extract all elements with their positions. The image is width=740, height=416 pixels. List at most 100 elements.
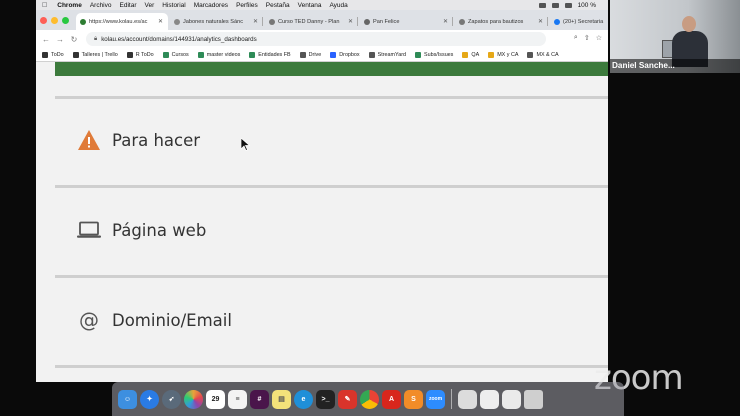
star-bookmark-icon[interactable]: ☆ bbox=[596, 34, 602, 42]
calendar-icon[interactable]: 29 bbox=[206, 389, 225, 409]
zoom-app-icon[interactable]: zoom bbox=[426, 389, 445, 409]
bookmark-label: Talleres | Trello bbox=[81, 51, 118, 58]
macos-menu-bar:  Chrome Archivo Editar Ver Historial Ma… bbox=[36, 0, 608, 10]
wifi-icon[interactable] bbox=[564, 2, 572, 8]
bookmark-label: QA bbox=[471, 51, 480, 58]
bookmark-item[interactable]: ToDo bbox=[42, 51, 64, 58]
tab-pan-felice[interactable]: Pan Felice ✕ bbox=[360, 13, 453, 30]
bookmark-favicon-icon bbox=[42, 51, 48, 58]
bookmark-item[interactable]: Drive bbox=[299, 51, 322, 58]
reload-icon[interactable]: ↻ bbox=[70, 35, 78, 44]
close-tab-icon[interactable]: ✕ bbox=[348, 18, 353, 25]
bookmark-item[interactable]: master videos bbox=[197, 51, 240, 58]
acrobat-icon[interactable]: A bbox=[382, 389, 401, 409]
close-tab-icon[interactable]: ✕ bbox=[158, 18, 163, 25]
tab-zapatos[interactable]: Zapatos para bautizos ✕ bbox=[455, 13, 548, 30]
lock-icon[interactable]: 🔒︎ bbox=[94, 36, 97, 43]
menu-archivo[interactable]: Archivo bbox=[90, 2, 112, 9]
bookmark-item[interactable]: StreamYard bbox=[368, 51, 406, 58]
tab-kolau[interactable]: https://www.kolau.es/ac ✕ bbox=[76, 13, 168, 30]
bookmark-item[interactable]: MX y CA bbox=[488, 51, 518, 58]
back-arrow-icon[interactable]: ← bbox=[42, 35, 50, 44]
search-icon[interactable]: ⌕ bbox=[574, 34, 578, 42]
bookmark-label: MX & CA bbox=[536, 51, 559, 58]
preview-icon[interactable] bbox=[458, 389, 477, 409]
menu-ver[interactable]: Ver bbox=[144, 2, 154, 9]
bookmark-item[interactable]: MX & CA bbox=[527, 51, 559, 58]
close-tab-icon[interactable]: ✕ bbox=[538, 18, 543, 25]
section-dominio-email[interactable]: @ Dominio/Email bbox=[76, 308, 232, 332]
menu-historial[interactable]: Historial bbox=[162, 2, 185, 9]
launchpad-icon[interactable]: ➶ bbox=[162, 389, 181, 409]
bookmark-favicon-icon bbox=[249, 51, 256, 58]
sublime-red-icon[interactable]: ✎ bbox=[338, 389, 357, 409]
edge-icon[interactable]: e bbox=[294, 389, 313, 409]
bookmark-item[interactable]: Entidades FB bbox=[249, 51, 291, 58]
mouse-cursor-icon bbox=[240, 137, 251, 156]
safari-icon[interactable]: ✦ bbox=[140, 389, 159, 409]
trash-icon[interactable] bbox=[524, 389, 543, 409]
participant-video[interactable]: Daniel Sanche... bbox=[610, 0, 740, 73]
laptop-icon bbox=[76, 218, 102, 242]
terminal-icon[interactable]: >_ bbox=[316, 389, 335, 409]
tab-facebook[interactable]: (20+) Secretaria bbox=[550, 13, 608, 30]
bookmark-item[interactable]: Cursos bbox=[162, 51, 189, 58]
menu-status-area: 100 % bbox=[538, 0, 604, 10]
toolbar-actions: ⌕ ⇧ ☆ bbox=[574, 34, 602, 42]
keynote-icon[interactable] bbox=[480, 389, 499, 409]
finder-icon[interactable]: ☺ bbox=[118, 389, 137, 409]
notes-icon[interactable]: ≡ bbox=[228, 389, 247, 409]
green-header-bar bbox=[55, 62, 608, 76]
menu-ayuda[interactable]: Ayuda bbox=[329, 2, 347, 9]
bookmark-item[interactable]: QA bbox=[462, 51, 480, 58]
tab-title: Pan Felice bbox=[373, 18, 400, 25]
menu-pestana[interactable]: Pestaña bbox=[266, 2, 290, 9]
zoom-window-button[interactable] bbox=[62, 17, 69, 24]
bookmark-item[interactable]: Talleres | Trello bbox=[72, 51, 118, 58]
bookmark-item[interactable]: R ToDo bbox=[126, 51, 154, 58]
tab-curso-ted[interactable]: Curso TED Danny - Plan ✕ bbox=[265, 13, 358, 30]
photos-icon[interactable] bbox=[184, 389, 203, 409]
menu-ventana[interactable]: Ventana bbox=[298, 2, 322, 9]
document-icon[interactable] bbox=[502, 389, 521, 409]
bookmark-item[interactable]: Dropbox bbox=[330, 51, 360, 58]
bookmark-label: ToDo bbox=[51, 51, 64, 58]
page-content: Para hacer Página web @ Dominio/Email bbox=[36, 62, 608, 382]
menu-app-name[interactable]: Chrome bbox=[57, 2, 82, 9]
share-icon[interactable]: ⇧ bbox=[584, 34, 590, 42]
globe-favicon-icon bbox=[174, 18, 180, 25]
sublime-text-icon[interactable]: S bbox=[404, 389, 423, 409]
section-label: Dominio/Email bbox=[112, 310, 232, 330]
bookmark-item[interactable]: Subs/Issues bbox=[415, 51, 453, 58]
bookmark-label: Drive bbox=[308, 51, 322, 58]
menu-editar[interactable]: Editar bbox=[120, 2, 137, 9]
forward-arrow-icon[interactable]: → bbox=[56, 35, 64, 44]
stickies-icon[interactable]: ▤ bbox=[272, 389, 291, 409]
minimize-window-button[interactable] bbox=[51, 17, 58, 24]
bookmark-label: Entidades FB bbox=[258, 51, 291, 58]
bookmark-favicon-icon bbox=[527, 51, 534, 58]
apple-menu-icon[interactable]:  bbox=[42, 2, 47, 9]
status-icon[interactable] bbox=[538, 2, 546, 8]
url-text[interactable]: kolau.es/account/domains/144931/analytic… bbox=[101, 36, 256, 43]
tab-jabones[interactable]: Jabones naturales Sánc ✕ bbox=[170, 13, 263, 30]
section-pagina-web[interactable]: Página web bbox=[76, 218, 206, 242]
address-bar[interactable]: 🔒︎ kolau.es/account/domains/144931/analy… bbox=[86, 32, 546, 46]
menu-marcadores[interactable]: Marcadores bbox=[194, 2, 228, 9]
status-icon[interactable] bbox=[551, 2, 559, 8]
close-window-button[interactable] bbox=[40, 17, 47, 24]
close-tab-icon[interactable]: ✕ bbox=[253, 18, 258, 25]
tab-title: Jabones naturales Sánc bbox=[183, 18, 244, 25]
bookmark-favicon-icon bbox=[415, 51, 422, 58]
section-divider bbox=[55, 275, 608, 278]
battery-percent[interactable]: 100 % bbox=[578, 2, 596, 9]
window-controls bbox=[40, 17, 69, 24]
section-para-hacer[interactable]: Para hacer bbox=[76, 128, 200, 152]
close-tab-icon[interactable]: ✕ bbox=[443, 18, 448, 25]
bookmarks-bar: ToDo Talleres | Trello R ToDo Cursos mas… bbox=[36, 48, 608, 62]
participant-name: Daniel Sanche... bbox=[610, 59, 740, 73]
chrome-icon[interactable] bbox=[360, 389, 379, 409]
menu-perfiles[interactable]: Perfiles bbox=[236, 2, 258, 9]
slack-icon[interactable]: # bbox=[250, 389, 269, 409]
section-label: Página web bbox=[112, 220, 207, 240]
